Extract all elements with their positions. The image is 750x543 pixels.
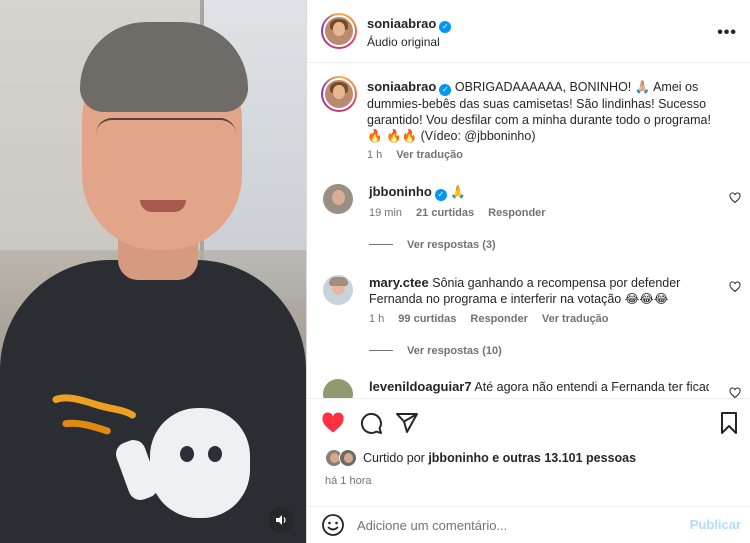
caption-avatar[interactable] [321,76,357,112]
caption-translate-link[interactable]: Ver tradução [396,149,463,161]
liked-by-prefix: Curtido por [363,451,425,465]
comment-likes[interactable]: 99 curtidas [398,313,456,325]
reply-button[interactable]: Responder [470,313,527,325]
comment-bubble-icon[interactable] [359,411,383,435]
author-username[interactable]: soniaabrao [367,16,436,31]
comment-like-heart-icon[interactable] [729,192,741,204]
comments-scrollbar[interactable] [746,63,750,398]
emoji-icon[interactable] [321,513,345,537]
comment-like-heart-icon[interactable] [729,387,741,398]
comment-translate-link[interactable]: Ver tradução [542,313,609,325]
robot-mascot [150,408,250,518]
comment-time: 1 h [369,313,385,325]
comment-composer: Publicar [307,506,750,543]
post-header: soniaabrao ✓ Áudio original ••• [307,0,750,63]
liked-by-others[interactable]: e outras 13.101 pessoas [492,451,636,465]
caption-username[interactable]: soniaabrao [367,79,436,94]
comment-username[interactable]: jbboninho [369,184,432,199]
audio-label[interactable]: Áudio original [367,35,440,49]
like-heart-icon[interactable] [321,411,345,435]
author-avatar[interactable] [321,13,357,49]
view-replies-link[interactable]: Ver respostas (3) [369,239,496,251]
post-side-panel: soniaabrao ✓ Áudio original ••• soniaabra… [306,0,750,543]
liker-avatar [339,449,357,467]
verified-badge-icon: ✓ [434,189,447,201]
caption-time: 1 h [367,149,383,161]
verified-badge-icon: ✓ [439,84,452,96]
share-send-icon[interactable] [395,411,419,435]
post-actions: Curtido por jbboninho e outras 13.101 pe… [307,398,750,506]
post-time[interactable]: há 1 hora [325,475,371,487]
commenter-avatar[interactable] [323,379,353,398]
comment-like-heart-icon[interactable] [729,281,741,293]
liked-by-user[interactable]: jbboninho [428,451,488,465]
view-replies-link[interactable]: Ver respostas (10) [369,345,502,357]
verified-badge-icon: ✓ [439,21,452,33]
comment-input[interactable] [357,515,687,535]
post-video[interactable] [0,0,306,543]
save-bookmark-icon[interactable] [717,411,741,435]
more-options-icon[interactable]: ••• [717,24,737,42]
comment-time: 19 min [369,207,403,219]
instagram-post-view: soniaabrao ✓ Áudio original ••• soniaabra… [0,0,750,543]
publish-button[interactable]: Publicar [690,517,741,532]
reply-button[interactable]: Responder [488,207,545,219]
audio-toggle-button[interactable] [268,507,294,533]
comment-likes[interactable]: 21 curtidas [416,207,474,219]
likes-summary: Curtido por jbboninho e outras 13.101 pe… [325,448,636,468]
comments-list[interactable]: soniaabrao ✓ OBRIGADAAAAAA, BONINHO! 🙏🏼 A… [307,64,750,398]
commenter-avatar[interactable] [323,184,353,214]
comment-text: Até agora não entendi a Fernanda ter fic… [474,380,709,394]
comment-text: 🙏 [450,185,466,199]
comment-username[interactable]: mary.ctee [369,275,429,290]
speaker-icon [276,515,286,525]
comment-username[interactable]: levenildoaguiar7 [369,379,472,394]
commenter-avatar[interactable] [323,275,353,305]
